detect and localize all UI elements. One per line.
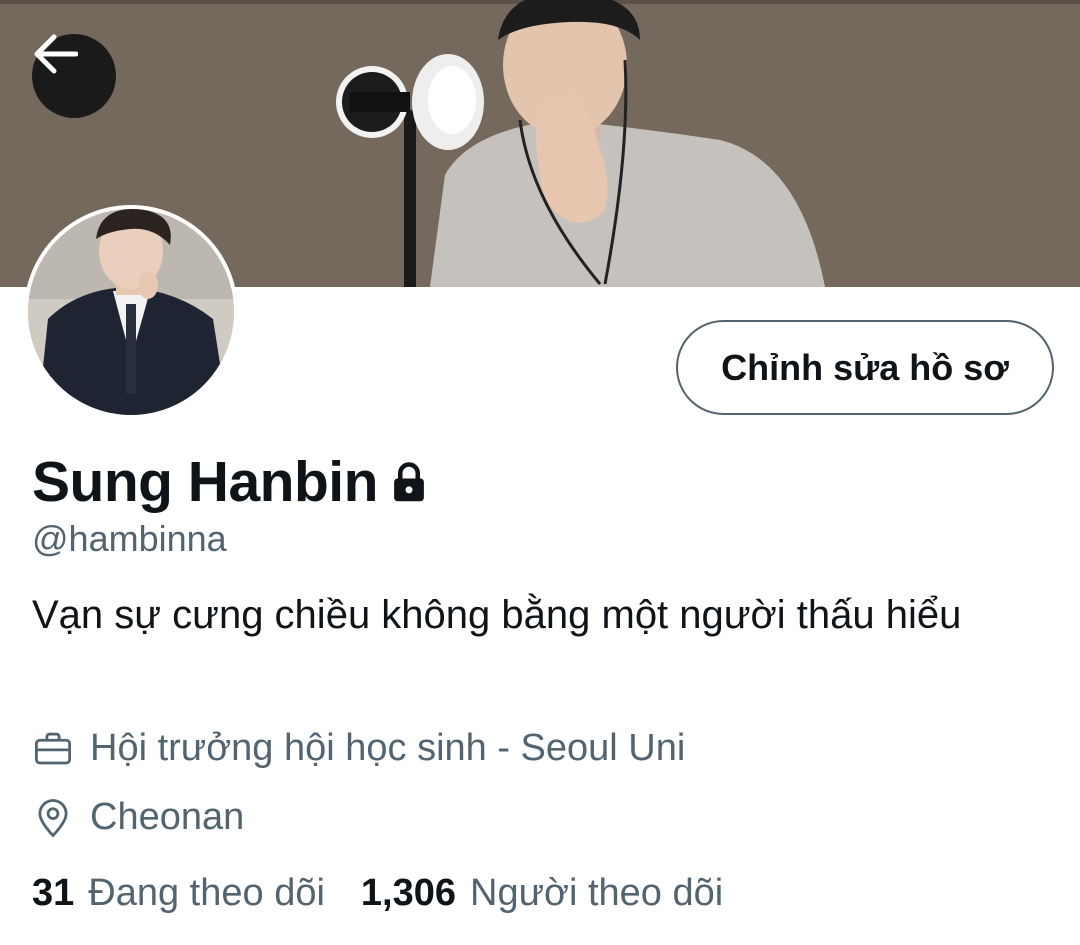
profile-location: Cheonan: [90, 796, 245, 838]
profile-job-row: Hội trưởng hội học sinh - Seoul Uni: [32, 727, 685, 770]
back-button[interactable]: [32, 34, 116, 118]
followers-count: 1,306: [360, 872, 457, 914]
briefcase-icon: [34, 732, 72, 764]
profile-name: Sung Hanbin: [32, 450, 378, 514]
followers-label: Người theo dõi: [470, 872, 724, 914]
profile-stats: 31 Đang theo dõi 1,306 Người theo dõi: [32, 872, 723, 915]
avatar-image: [28, 209, 234, 415]
following-label: Đang theo dõi: [88, 872, 325, 914]
profile-page: Chỉnh sửa hồ sơ Sung Hanbin @hambinna Vạ…: [0, 0, 1080, 945]
following-stat[interactable]: 31 Đang theo dõi: [32, 872, 325, 915]
edit-profile-button[interactable]: Chỉnh sửa hồ sơ: [676, 320, 1054, 415]
arrow-left-icon: [34, 34, 78, 74]
lock-icon: [394, 462, 424, 502]
profile-handle: @hambinna: [32, 518, 227, 559]
following-count: 31: [32, 872, 75, 914]
profile-job: Hội trưởng hội học sinh - Seoul Uni: [90, 727, 686, 769]
profile-location-row: Cheonan: [32, 796, 244, 839]
profile-bio: Vạn sự cưng chiều không bằng một người t…: [32, 593, 962, 637]
profile-name-row: Sung Hanbin: [32, 447, 430, 517]
location-pin-icon: [38, 798, 68, 837]
followers-stat[interactable]: 1,306 Người theo dõi: [361, 872, 723, 915]
avatar[interactable]: [24, 205, 238, 419]
